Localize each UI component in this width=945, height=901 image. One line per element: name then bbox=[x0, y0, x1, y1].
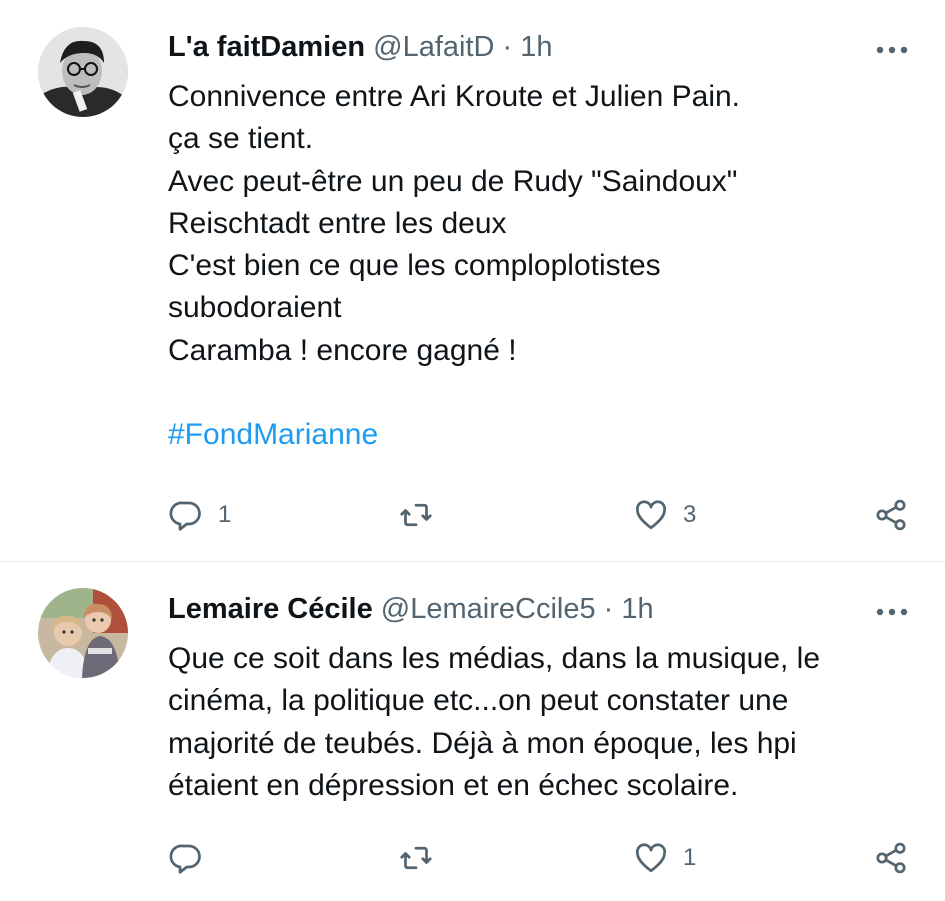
tweet-text: Que ce soit dans les médias, dans la mus… bbox=[168, 638, 908, 807]
tweet-text-line: Reischtadt entre les deux bbox=[168, 206, 507, 240]
share-button[interactable] bbox=[873, 495, 909, 535]
timestamp[interactable]: 1h bbox=[520, 31, 552, 63]
author-handle[interactable]: @LemaireCcile5 bbox=[381, 593, 596, 625]
author-name[interactable]: L'a faitDamien bbox=[168, 31, 365, 63]
reply-button[interactable]: 1 bbox=[168, 495, 231, 535]
share-icon bbox=[876, 842, 906, 874]
avatar-photo-icon bbox=[38, 588, 128, 678]
tweet-text-line: Connivence entre Ari Kroute et Julien Pa… bbox=[168, 80, 741, 113]
tweet-text-line: Avec peut-être un peu de Rudy "Saindoux" bbox=[168, 164, 738, 198]
avatar[interactable] bbox=[38, 27, 128, 117]
tweet-text-line: subodoraient bbox=[168, 291, 342, 325]
tweet[interactable]: Lemaire Cécile @LemaireCcile5 · 1h Que c… bbox=[0, 562, 945, 901]
tweet[interactable]: L'a faitDamien @LafaitD · 1h Connivence … bbox=[0, 0, 945, 562]
more-button[interactable] bbox=[875, 42, 909, 54]
heart-icon bbox=[636, 500, 666, 530]
like-button[interactable]: 3 bbox=[633, 495, 696, 535]
like-count: 3 bbox=[683, 501, 697, 528]
tweet-text-line: étaient en dépression et en échec scolai… bbox=[168, 768, 739, 802]
avatar-photo-icon bbox=[38, 27, 128, 117]
tweet-text-line: Caramba ! encore gagné ! bbox=[168, 333, 517, 367]
hashtag-link[interactable]: #FondMarianne bbox=[168, 414, 908, 456]
tweet-header: Lemaire Cécile @LemaireCcile5 · 1h bbox=[168, 592, 654, 626]
author-handle[interactable]: @LafaitD bbox=[373, 31, 494, 63]
share-button[interactable] bbox=[873, 838, 909, 878]
retweet-button[interactable] bbox=[398, 838, 448, 878]
action-bar: 1 bbox=[168, 838, 913, 878]
reply-icon bbox=[169, 501, 201, 531]
reply-icon bbox=[169, 844, 201, 874]
heart-icon bbox=[636, 843, 666, 873]
tweet-text-line: ça se tient. bbox=[168, 122, 314, 156]
like-button[interactable]: 1 bbox=[633, 838, 696, 878]
more-icon bbox=[876, 46, 908, 54]
more-button[interactable] bbox=[875, 604, 909, 616]
tweet-text: Connivence entre Ari Kroute et Julien Pa… bbox=[168, 76, 908, 456]
separator: · bbox=[502, 31, 513, 63]
timestamp[interactable]: 1h bbox=[621, 593, 653, 625]
tweet-text-line: cinéma, la politique etc...on peut const… bbox=[168, 684, 789, 718]
reply-button[interactable] bbox=[168, 838, 218, 878]
retweet-button[interactable] bbox=[398, 495, 448, 535]
like-count: 1 bbox=[683, 844, 697, 871]
tweet-text-line: majorité de teubés. Déjà à mon époque, l… bbox=[168, 726, 797, 760]
more-icon bbox=[876, 608, 908, 616]
retweet-icon bbox=[400, 846, 432, 870]
separator: · bbox=[603, 593, 614, 625]
avatar[interactable] bbox=[38, 588, 128, 678]
tweet-header: L'a faitDamien @LafaitD · 1h bbox=[168, 30, 553, 64]
action-bar: 1 3 bbox=[168, 495, 913, 535]
retweet-icon bbox=[400, 503, 432, 527]
tweet-text-line: Que ce soit dans les médias, dans la mus… bbox=[168, 642, 821, 675]
reply-count: 1 bbox=[218, 501, 232, 528]
author-name[interactable]: Lemaire Cécile bbox=[168, 593, 373, 625]
share-icon bbox=[876, 499, 906, 531]
tweet-text-line: C'est bien ce que les comploplotistes bbox=[168, 249, 661, 283]
